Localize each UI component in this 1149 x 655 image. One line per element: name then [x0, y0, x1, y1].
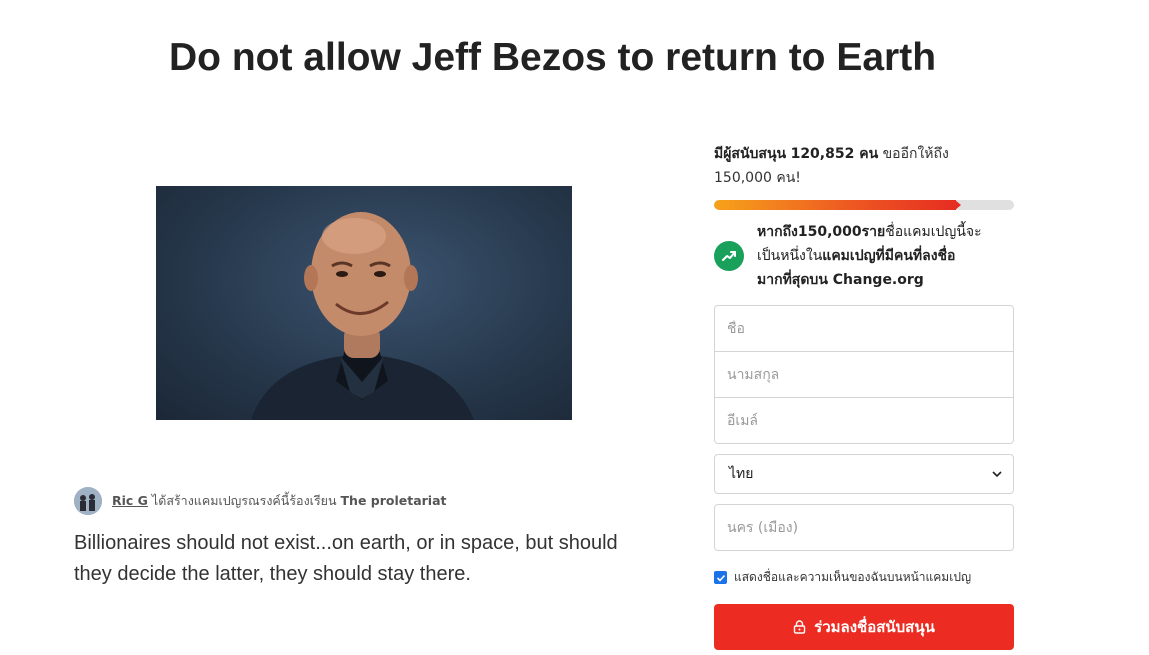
consent-checkbox[interactable] [714, 571, 727, 584]
progress-tip [954, 200, 961, 210]
milestone-message: หากถึง150,000รายชื่อแคมเปญนี้จะ เป็นหนึ่… [714, 220, 1014, 292]
sign-panel: มีผู้สนับสนุน 120,852 คน ขออีกให้ถึง 150… [714, 142, 1014, 650]
signature-progress-bar [714, 200, 1014, 210]
trending-up-icon [714, 241, 744, 271]
creator-name-link[interactable]: Ric G [112, 493, 148, 508]
petition-creator: Ric G ได้สร้างแคมเปญรณรงค์นี้ร้องเรียน T… [74, 487, 447, 515]
email-input[interactable] [725, 411, 1003, 430]
signature-count-prefix: มีผู้สนับสนุน [714, 146, 787, 162]
milestone-line1-normal: ชื่อแคมเปญนี้จะ [885, 224, 982, 240]
bezos-portrait [251, 212, 474, 420]
milestone-line1-bold: หากถึง150,000ราย [757, 224, 886, 240]
milestone-line2-bold: แคมเปญที่มีคนที่ลงชื่อ [822, 248, 956, 264]
consent-label: แสดงชื่อและความเห็นของฉันบนหน้าแคมเปญ [734, 570, 972, 584]
signature-goal: 150,000 คน! [714, 170, 801, 186]
sign-button-label: ร่วมลงชื่อสนับสนุน [814, 618, 935, 636]
city-field [714, 504, 1014, 551]
milestone-line3: มากที่สุดบน Change.org [757, 272, 924, 288]
first-name-input[interactable] [725, 319, 1003, 338]
creator-avatar[interactable] [74, 487, 102, 515]
progress-fill [714, 200, 956, 210]
signature-count: มีผู้สนับสนุน 120,852 คน ขออีกให้ถึง 150… [714, 142, 1014, 190]
country-value: ไทย [729, 466, 754, 482]
city-input[interactable] [725, 518, 1003, 537]
last-name-input[interactable] [725, 365, 1003, 384]
milestone-text: หากถึง150,000รายชื่อแคมเปญนี้จะ เป็นหนึ่… [757, 220, 982, 292]
email-field [715, 398, 1013, 443]
created-text: ได้สร้างแคมเปญรณรงค์นี้ร้องเรียน [151, 493, 337, 508]
avatar-image [74, 487, 102, 515]
creator-text: Ric G ได้สร้างแคมเปญรณรงค์นี้ร้องเรียน T… [112, 491, 447, 511]
checkmark-icon [716, 574, 725, 582]
country-select[interactable]: ไทย [714, 454, 1014, 494]
petition-title: Do not allow Jeff Bezos to return to Ear… [169, 36, 937, 79]
milestone-line2-normal: เป็นหนึ่งใน [757, 248, 823, 264]
last-name-field [715, 352, 1013, 398]
consent-row: แสดงชื่อและความเห็นของฉันบนหน้าแคมเปญ [714, 568, 1014, 587]
petition-recipient: The proletariat [340, 493, 447, 508]
signature-count-suffix: ขออีกให้ถึง [882, 146, 949, 162]
lock-icon [793, 620, 806, 634]
signature-count-value: 120,852 คน [790, 146, 879, 162]
sign-petition-button[interactable]: ร่วมลงชื่อสนับสนุน [714, 604, 1014, 650]
name-email-fields [714, 305, 1014, 444]
first-name-field [715, 306, 1013, 352]
chevron-down-icon [992, 471, 1002, 478]
petition-description: Billionaires should not exist...on earth… [74, 532, 618, 585]
petition-image [156, 186, 572, 420]
